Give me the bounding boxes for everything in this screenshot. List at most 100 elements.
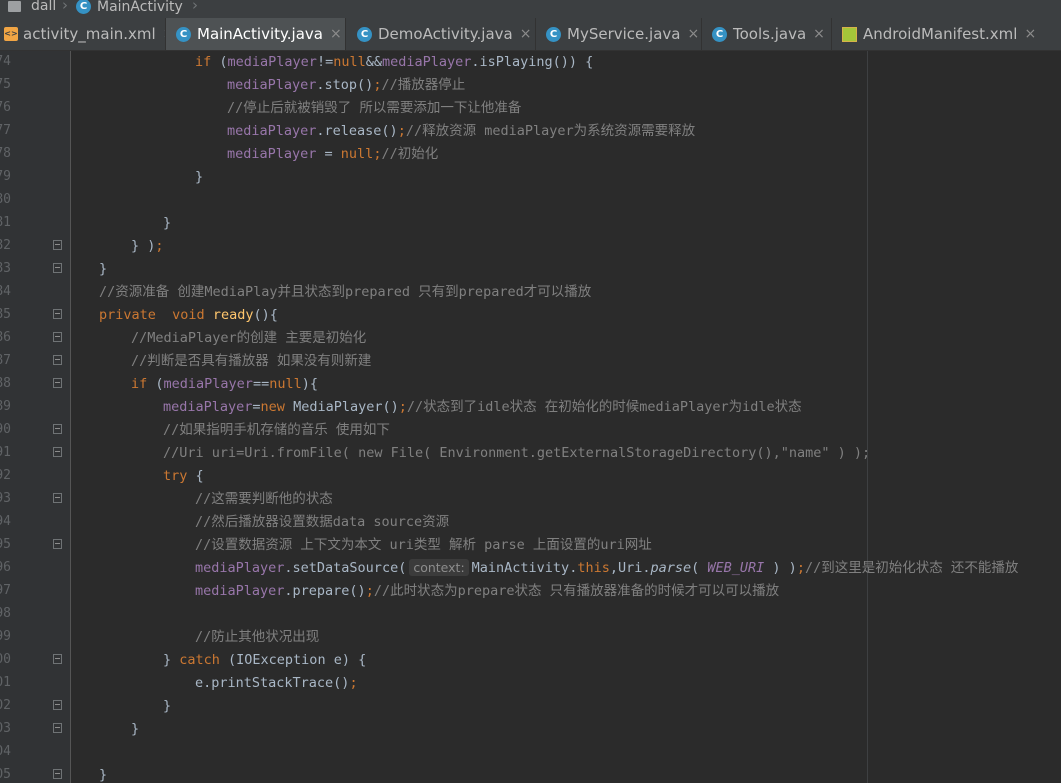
line-text: //资源准备 创建MediaPlay并且状态到prepared 只有到prepa…	[99, 284, 592, 300]
editor-tab-bar: <> activity_main.xml × C MainActivity.ja…	[0, 18, 1061, 51]
tab-activity-main-xml[interactable]: <> activity_main.xml ×	[0, 18, 166, 50]
code-line-101[interactable]: 101 e.printStackTrace();	[0, 672, 1061, 695]
fold-toggle-icon[interactable]	[53, 240, 62, 250]
line-text: mediaPlayer.prepare();//此时状态为prepare状态 只…	[195, 583, 780, 599]
code-editor[interactable]: 74 if (mediaPlayer!=null&&mediaPlayer.is…	[0, 51, 1061, 783]
tab-android-manifest-xml[interactable]: AndroidManifest.xml ×	[832, 18, 1061, 50]
code-line-79[interactable]: 79 }	[0, 166, 1061, 189]
tab-tools-java[interactable]: C Tools.java ×	[702, 18, 832, 50]
code-line-98[interactable]: 98	[0, 603, 1061, 626]
line-number: 90	[0, 422, 11, 437]
code-line-100[interactable]: 100 } catch (IOException e) {	[0, 649, 1061, 672]
line-text: //设置数据资源 上下文为本文 uri类型 解析 parse 上面设置的uri网…	[195, 537, 652, 553]
line-number: 85	[0, 307, 11, 322]
line-text: //Uri uri=Uri.fromFile( new File( Enviro…	[163, 445, 871, 461]
line-number: 103	[0, 721, 11, 736]
breadcrumb-module-label: dall	[31, 0, 57, 14]
line-text: } catch (IOException e) {	[163, 652, 367, 668]
code-line-89[interactable]: 89 mediaPlayer=new MediaPlayer();//状态到了i…	[0, 396, 1061, 419]
line-number: 82	[0, 238, 11, 253]
line-text: mediaPlayer.setDataSource(context: MainAc…	[195, 559, 1019, 576]
java-class-icon: C	[712, 26, 727, 42]
code-line-87[interactable]: 87 //判断是否具有播放器 如果没有则新建	[0, 350, 1061, 373]
close-icon[interactable]: ×	[330, 26, 342, 42]
code-line-78[interactable]: 78 mediaPlayer = null;//初始化	[0, 143, 1061, 166]
fold-toggle-icon[interactable]	[53, 263, 62, 273]
close-icon[interactable]: ×	[687, 26, 699, 42]
code-line-99[interactable]: 99 //防止其他状况出现	[0, 626, 1061, 649]
java-class-icon: C	[176, 26, 191, 42]
tab-my-service-java[interactable]: C MyService.java ×	[536, 18, 702, 50]
java-class-icon: C	[546, 26, 561, 42]
line-text: mediaPlayer = null;//初始化	[227, 146, 439, 162]
line-text: //停止后就被销毁了 所以需要添加一下让他准备	[227, 100, 522, 116]
fold-toggle-icon[interactable]	[53, 700, 62, 710]
fold-toggle-icon[interactable]	[53, 723, 62, 733]
line-text: mediaPlayer.release();//释放资源 mediaPlayer…	[227, 123, 696, 139]
code-line-85[interactable]: 85 private void ready(){	[0, 304, 1061, 327]
fold-toggle-icon[interactable]	[53, 424, 62, 434]
code-line-105[interactable]: 105 }	[0, 764, 1061, 783]
tab-label: DemoActivity.java	[378, 25, 513, 43]
code-line-90[interactable]: 90 //如果指明手机存储的音乐 使用如下	[0, 419, 1061, 442]
line-number: 94	[0, 514, 11, 529]
code-line-96[interactable]: 96 mediaPlayer.setDataSource(context:Mai…	[0, 557, 1061, 580]
fold-toggle-icon[interactable]	[53, 769, 62, 779]
breadcrumb-class[interactable]: C MainActivity	[76, 0, 183, 14]
code-line-82[interactable]: 82 } );	[0, 235, 1061, 258]
ide-window: dall › C MainActivity › <> activity_main…	[0, 0, 1061, 783]
fold-toggle-icon[interactable]	[53, 309, 62, 319]
line-number: 92	[0, 468, 11, 483]
fold-toggle-icon[interactable]	[53, 332, 62, 342]
line-number: 79	[0, 169, 11, 184]
line-number: 77	[0, 123, 11, 138]
xml-file-icon: <>	[4, 27, 18, 41]
java-class-icon: C	[357, 26, 372, 42]
line-text: if (mediaPlayer==null){	[131, 376, 318, 392]
line-number: 76	[0, 100, 11, 115]
fold-toggle-icon[interactable]	[53, 539, 62, 549]
code-line-103[interactable]: 103 }	[0, 718, 1061, 741]
code-line-97[interactable]: 97 mediaPlayer.prepare();//此时状态为prepare状…	[0, 580, 1061, 603]
line-number: 75	[0, 77, 11, 92]
tab-demo-activity-java[interactable]: C DemoActivity.java ×	[346, 18, 536, 50]
line-number: 84	[0, 284, 11, 299]
code-line-84[interactable]: 84 //资源准备 创建MediaPlay并且状态到prepared 只有到pr…	[0, 281, 1061, 304]
code-line-92[interactable]: 92 try {	[0, 465, 1061, 488]
code-line-102[interactable]: 102 }	[0, 695, 1061, 718]
code-line-76[interactable]: 76 //停止后就被销毁了 所以需要添加一下让他准备	[0, 97, 1061, 120]
code-line-83[interactable]: 83 }	[0, 258, 1061, 281]
close-icon[interactable]: ×	[813, 26, 825, 42]
fold-toggle-icon[interactable]	[53, 355, 62, 365]
breadcrumb-module[interactable]: dall	[8, 0, 56, 13]
code-line-77[interactable]: 77 mediaPlayer.release();//释放资源 mediaPla…	[0, 120, 1061, 143]
code-line-94[interactable]: 94 //然后播放器设置数据data source资源	[0, 511, 1061, 534]
line-text: //判断是否具有播放器 如果没有则新建	[131, 353, 372, 369]
tab-label: MyService.java	[567, 25, 681, 43]
fold-toggle-icon[interactable]	[53, 447, 62, 457]
code-line-80[interactable]: 80	[0, 189, 1061, 212]
line-text: }	[195, 169, 204, 185]
code-line-91[interactable]: 91 //Uri uri=Uri.fromFile( new File( Env…	[0, 442, 1061, 465]
line-number: 101	[0, 675, 11, 690]
code-line-93[interactable]: 93 //这需要判断他的状态	[0, 488, 1061, 511]
code-line-74[interactable]: 74 if (mediaPlayer!=null&&mediaPlayer.is…	[0, 51, 1061, 74]
code-line-95[interactable]: 95 //设置数据资源 上下文为本文 uri类型 解析 parse 上面设置的u…	[0, 534, 1061, 557]
code-line-86[interactable]: 86 //MediaPlayer的创建 主要是初始化	[0, 327, 1061, 350]
code-line-88[interactable]: 88 if (mediaPlayer==null){	[0, 373, 1061, 396]
tab-main-activity-java[interactable]: C MainActivity.java ×	[166, 18, 346, 50]
close-icon[interactable]: ×	[1024, 26, 1036, 42]
line-number: 100	[0, 652, 11, 667]
fold-toggle-icon[interactable]	[53, 654, 62, 664]
close-icon[interactable]: ×	[520, 26, 532, 42]
java-class-icon: C	[76, 0, 91, 14]
breadcrumb: dall › C MainActivity ›	[0, 0, 1061, 18]
line-text: }	[131, 721, 140, 737]
fold-toggle-icon[interactable]	[53, 378, 62, 388]
line-text: }	[163, 215, 172, 231]
fold-toggle-icon[interactable]	[53, 493, 62, 503]
code-line-81[interactable]: 81 }	[0, 212, 1061, 235]
line-number: 81	[0, 215, 11, 230]
code-line-104[interactable]: 104	[0, 741, 1061, 764]
code-line-75[interactable]: 75 mediaPlayer.stop();//播放器停止	[0, 74, 1061, 97]
